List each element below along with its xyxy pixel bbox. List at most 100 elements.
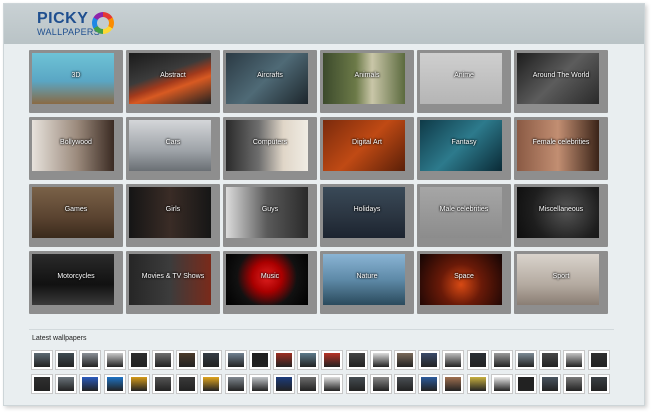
category-label: Sport [552, 273, 570, 280]
latest-wallpaper-thumb[interactable] [321, 350, 344, 370]
wallpaper-thumbnail-image [179, 377, 196, 391]
category-tile[interactable]: Female celebrities [514, 117, 608, 180]
category-tile[interactable]: Fantasy [417, 117, 511, 180]
latest-wallpaper-thumb[interactable] [224, 350, 247, 370]
wallpaper-thumbnail-image [155, 377, 171, 391]
latest-wallpaper-thumb[interactable] [369, 350, 392, 370]
latest-wallpaper-thumb[interactable] [176, 350, 199, 370]
category-label: Fantasy [451, 139, 477, 146]
latest-wallpaper-thumb[interactable] [297, 350, 320, 370]
latest-wallpaper-thumb[interactable] [248, 350, 271, 370]
latest-wallpaper-thumb[interactable] [515, 350, 537, 370]
category-tile[interactable]: Guys [223, 184, 317, 247]
latest-wallpaper-thumb[interactable] [442, 350, 465, 370]
latest-wallpaper-thumb[interactable] [394, 350, 416, 370]
latest-wallpaper-thumb[interactable] [273, 350, 295, 370]
wallpaper-thumbnail-image [590, 353, 607, 367]
latest-wallpaper-thumb[interactable] [539, 374, 562, 394]
color-ring-icon [92, 12, 114, 34]
latest-wallpaper-thumb[interactable] [31, 350, 53, 370]
category-tile[interactable]: Male celebrities [417, 184, 511, 247]
latest-wallpaper-thumb[interactable] [490, 350, 513, 370]
latest-wallpaper-thumb[interactable] [224, 374, 247, 394]
category-tile[interactable]: Animals [320, 50, 414, 113]
category-label: Nature [356, 273, 378, 280]
wallpaper-thumbnail-image [469, 353, 486, 367]
latest-wallpaper-thumb[interactable] [345, 350, 368, 370]
category-tile[interactable]: Movies & TV Shows [126, 251, 220, 314]
latest-wallpaper-thumb[interactable] [418, 350, 441, 370]
category-tile[interactable]: Miscellaneous [514, 184, 608, 247]
category-label: Guys [261, 206, 279, 213]
latest-wallpaper-thumb[interactable] [103, 350, 126, 370]
wallpaper-thumbnail-image [276, 377, 292, 391]
latest-wallpaper-thumb[interactable] [31, 374, 53, 394]
latest-wallpaper-thumb[interactable] [176, 374, 199, 394]
latest-wallpapers-title: Latest wallpapers [32, 335, 87, 342]
latest-wallpaper-thumb[interactable] [394, 374, 416, 394]
latest-wallpaper-thumb[interactable] [539, 350, 562, 370]
wallpaper-thumbnail-image [58, 377, 75, 391]
wallpaper-thumbnail-image [397, 353, 413, 367]
latest-wallpaper-thumb[interactable] [466, 374, 489, 394]
latest-wallpaper-thumb[interactable] [587, 350, 610, 370]
wallpaper-thumbnail-image [227, 353, 244, 367]
category-tile[interactable]: Anime [417, 50, 511, 113]
latest-wallpaper-thumb[interactable] [321, 374, 344, 394]
category-tile[interactable]: Motorcycles [29, 251, 123, 314]
category-label: Holidays [353, 206, 381, 213]
category-label: Cars [165, 139, 181, 146]
latest-wallpaper-thumb[interactable] [466, 350, 489, 370]
latest-wallpaper-thumb[interactable] [55, 350, 78, 370]
category-tile[interactable]: Nature [320, 251, 414, 314]
wallpaper-thumbnail-image [34, 377, 50, 391]
category-label: 3D [71, 72, 81, 79]
category-tile[interactable]: Space [417, 251, 511, 314]
latest-wallpaper-thumb[interactable] [127, 374, 150, 394]
category-tile[interactable]: 3D [29, 50, 123, 113]
latest-wallpaper-thumb[interactable] [297, 374, 320, 394]
latest-wallpaper-thumb[interactable] [515, 374, 537, 394]
latest-wallpaper-thumb[interactable] [563, 374, 586, 394]
latest-wallpaper-thumb[interactable] [79, 374, 102, 394]
latest-wallpaper-thumb[interactable] [369, 374, 392, 394]
latest-wallpaper-thumb[interactable] [442, 374, 465, 394]
latest-wallpaper-thumb[interactable] [79, 350, 102, 370]
wallpaper-thumbnail-image [276, 353, 292, 367]
latest-wallpaper-thumb[interactable] [200, 350, 223, 370]
latest-wallpaper-thumb[interactable] [587, 374, 610, 394]
latest-wallpaper-thumb[interactable] [248, 374, 271, 394]
latest-wallpaper-thumb[interactable] [55, 374, 78, 394]
latest-wallpaper-thumb[interactable] [127, 350, 150, 370]
header: PICKY WALLPAPERS [4, 4, 644, 44]
category-tile[interactable]: Aircrafts [223, 50, 317, 113]
category-tile[interactable]: Sport [514, 251, 608, 314]
latest-wallpaper-thumb[interactable] [152, 350, 174, 370]
latest-wallpaper-thumb[interactable] [418, 374, 441, 394]
latest-wallpaper-thumb[interactable] [345, 374, 368, 394]
wallpaper-thumbnail-image [493, 353, 510, 367]
category-tile[interactable]: Computers [223, 117, 317, 180]
wallpaper-thumbnail-image [518, 353, 534, 367]
wallpaper-thumbnail-image [590, 377, 607, 391]
category-tile[interactable]: Cars [126, 117, 220, 180]
category-tile[interactable]: Music [223, 251, 317, 314]
category-tile[interactable]: Abstract [126, 50, 220, 113]
category-label: Abstract [160, 72, 186, 79]
wallpaper-thumbnail-image [251, 377, 268, 391]
category-tile[interactable]: Bollywood [29, 117, 123, 180]
wallpaper-thumbnail-image [82, 377, 99, 391]
latest-wallpaper-thumb[interactable] [200, 374, 223, 394]
category-tile[interactable]: Digital Art [320, 117, 414, 180]
category-label: Motorcycles [57, 273, 95, 280]
category-tile[interactable]: Girls [126, 184, 220, 247]
category-tile[interactable]: Around The World [514, 50, 608, 113]
latest-wallpaper-thumb[interactable] [563, 350, 586, 370]
wallpaper-thumbnail-image [421, 377, 438, 391]
latest-wallpaper-thumb[interactable] [152, 374, 174, 394]
latest-wallpaper-thumb[interactable] [490, 374, 513, 394]
category-tile[interactable]: Games [29, 184, 123, 247]
category-tile[interactable]: Holidays [320, 184, 414, 247]
latest-wallpaper-thumb[interactable] [103, 374, 126, 394]
latest-wallpaper-thumb[interactable] [273, 374, 295, 394]
